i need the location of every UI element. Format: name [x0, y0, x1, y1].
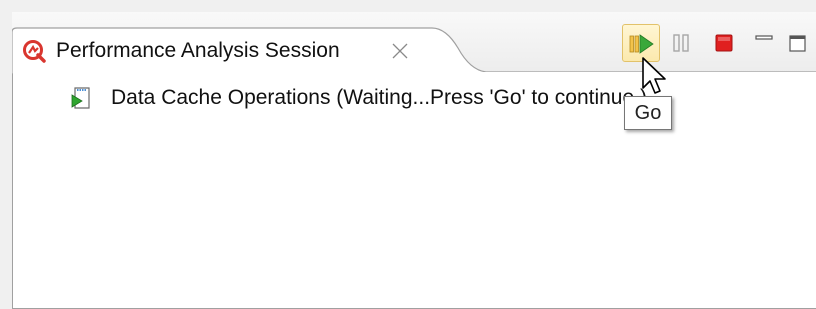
maximize-button[interactable]	[782, 24, 816, 62]
maximize-icon	[789, 35, 806, 52]
pause-icon	[673, 34, 689, 52]
tab-title: Performance Analysis Session	[56, 39, 340, 62]
performance-analysis-icon	[23, 40, 46, 63]
go-icon	[629, 34, 654, 54]
session-tree: Data Cache Operations (Waiting...Press '…	[12, 74, 816, 309]
close-x-icon[interactable]	[390, 41, 410, 61]
pause-button[interactable]	[664, 24, 702, 62]
go-tooltip: Go	[624, 96, 672, 130]
operation-running-icon	[71, 87, 90, 109]
tab-performance-analysis-session[interactable]: Performance Analysis Session	[16, 28, 466, 74]
performance-analysis-view: Performance Analysis Session Data Cache …	[12, 12, 816, 309]
minimize-icon	[755, 35, 773, 40]
stop-icon	[715, 34, 733, 52]
view-tab-strip: Performance Analysis Session	[12, 12, 816, 74]
view-toolbar	[586, 24, 816, 64]
tree-item-label: Data Cache Operations (Waiting...Press '…	[111, 86, 647, 109]
minimize-button[interactable]	[748, 24, 786, 62]
stop-button[interactable]	[706, 24, 744, 62]
